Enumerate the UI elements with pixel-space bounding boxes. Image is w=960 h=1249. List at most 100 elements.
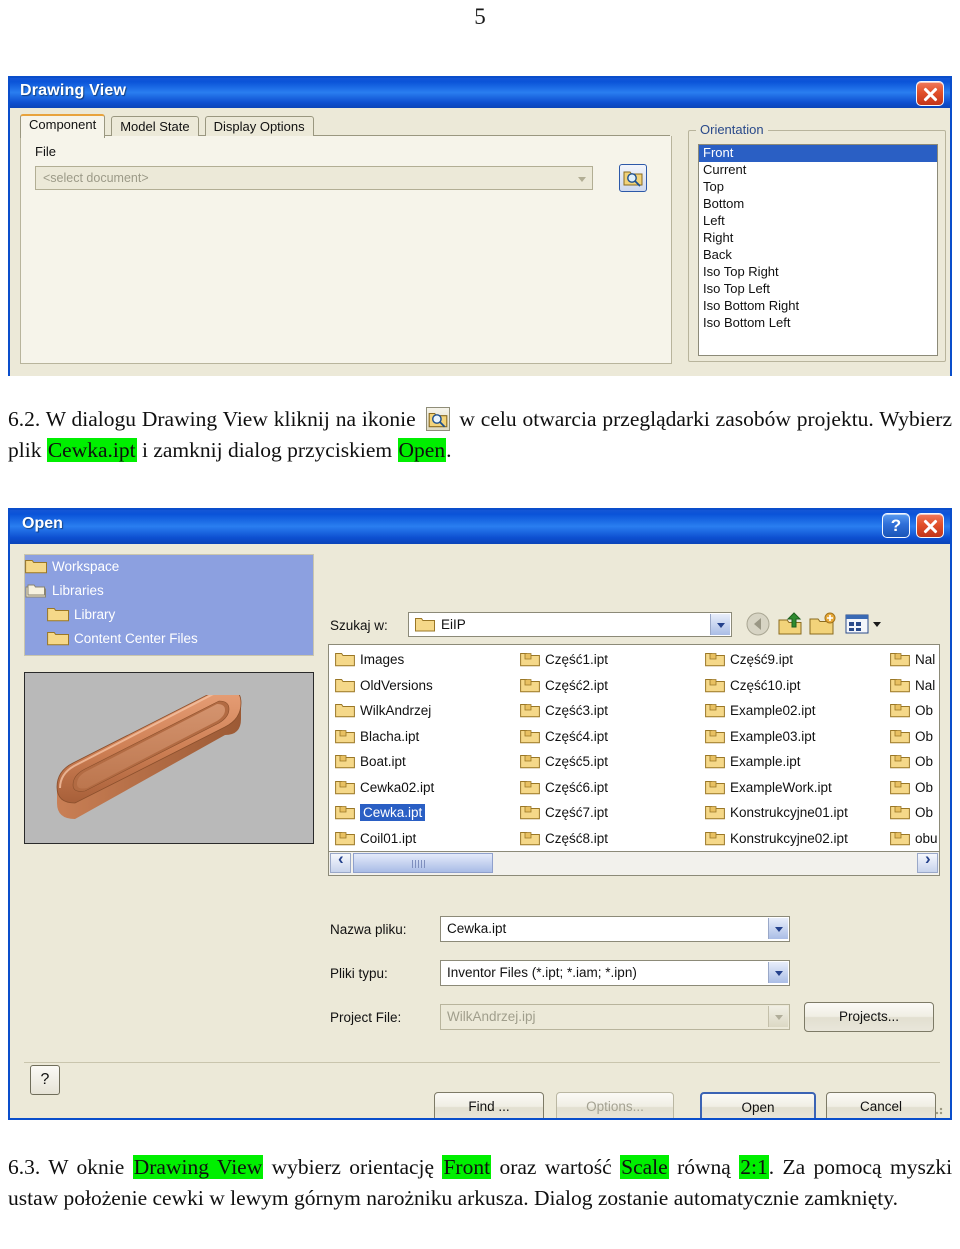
file-list-item[interactable]: Część1.ipt — [518, 647, 703, 673]
tab-display-options[interactable]: Display Options — [204, 116, 314, 138]
step-6-3-number: 6.3. — [8, 1155, 41, 1179]
chevron-down-icon[interactable] — [768, 962, 788, 983]
tab-model-state[interactable]: Model State — [111, 116, 199, 138]
chevron-down-icon[interactable] — [768, 918, 788, 939]
look-in-combo[interactable]: EiIP — [408, 612, 732, 637]
inventor-part-icon — [335, 806, 355, 820]
file-list-item[interactable]: Ob — [888, 749, 939, 775]
scroll-left-icon[interactable] — [330, 853, 351, 873]
chevron-down-icon[interactable] — [710, 614, 730, 635]
chevron-down-icon[interactable] — [572, 167, 592, 189]
step-6-2-text-a: W dialogu Drawing View kliknij na ikonie — [45, 407, 416, 431]
new-folder-icon[interactable] — [808, 610, 836, 638]
file-list-item[interactable]: Cewka.ipt — [333, 800, 518, 826]
file-list-item-label: Konstrukcyjne01.ipt — [730, 805, 848, 820]
inventor-part-icon — [335, 831, 355, 845]
resize-grip-icon[interactable] — [932, 1104, 944, 1116]
file-list-item[interactable]: WilkAndrzej — [333, 698, 518, 724]
help-button[interactable]: ? — [30, 1065, 60, 1095]
file-list-item[interactable]: obu — [888, 826, 939, 852]
file-list-item[interactable]: Konstrukcyjne01.ipt — [703, 800, 888, 826]
file-list-item[interactable]: Konstrukcyjne02.ipt — [703, 826, 888, 852]
file-list-item[interactable]: Część2.ipt — [518, 673, 703, 699]
file-list-item-label: Cewka02.ipt — [360, 779, 435, 795]
horizontal-scrollbar[interactable] — [328, 852, 940, 876]
scroll-right-icon[interactable] — [917, 853, 938, 873]
file-list-item-label: WilkAndrzej — [360, 703, 432, 718]
close-icon[interactable] — [916, 513, 944, 538]
file-list-item[interactable]: Ob — [888, 800, 939, 826]
open-dialog: Open ? Workspace Libraries Library Content … — [8, 508, 952, 1120]
inventor-part-icon — [335, 755, 355, 769]
file-list-item[interactable]: ExampleWork.ipt — [703, 775, 888, 801]
find-button[interactable]: Find ... — [434, 1092, 544, 1118]
file-list-item-label: Część10.ipt — [730, 677, 801, 693]
file-list-item[interactable]: Część10.ipt — [703, 673, 888, 699]
file-list-item[interactable]: Boat.ipt — [333, 749, 518, 775]
orientation-item[interactable]: Current — [699, 162, 937, 179]
scrollbar-thumb[interactable] — [353, 853, 493, 873]
file-list-item[interactable]: Część7.ipt — [518, 800, 703, 826]
orientation-item[interactable]: Iso Bottom Left — [699, 315, 937, 332]
step-6-3-highlight-drawing-view: Drawing View — [132, 1155, 264, 1179]
file-list-item[interactable]: Część6.ipt — [518, 775, 703, 801]
back-icon[interactable] — [744, 610, 772, 638]
place-item-content-center-files[interactable]: Content Center Files — [25, 627, 313, 651]
places-bar[interactable]: Workspace Libraries Library Content Center … — [24, 554, 314, 656]
file-list-item[interactable]: Coil01.ipt — [333, 826, 518, 852]
file-list-item[interactable]: Example03.ipt — [703, 724, 888, 750]
file-list-item-label: Example03.ipt — [730, 728, 816, 744]
file-list-item[interactable]: Ob — [888, 698, 939, 724]
file-list-item[interactable]: Nal — [888, 673, 939, 699]
file-list-item[interactable]: Część8.ipt — [518, 826, 703, 852]
file-list-item-label: Część1.ipt — [545, 652, 609, 667]
views-icon[interactable] — [844, 610, 886, 638]
place-item-libraries[interactable]: Libraries — [25, 579, 313, 603]
place-item-library[interactable]: Library — [25, 603, 313, 627]
file-list-item[interactable]: Ob — [888, 724, 939, 750]
page-number: 5 — [474, 4, 486, 29]
inventor-part-icon — [335, 729, 355, 743]
browse-project-button[interactable] — [619, 164, 647, 192]
orientation-item[interactable]: Iso Top Right — [699, 264, 937, 281]
up-one-level-icon[interactable] — [776, 610, 804, 638]
file-list-item[interactable]: Images — [333, 647, 518, 673]
file-list-item[interactable]: Część4.ipt — [518, 724, 703, 750]
drawing-view-body: Component Model State Display Options Fi… — [10, 108, 950, 376]
orientation-item[interactable]: Front — [699, 145, 937, 162]
orientation-item[interactable]: Left — [699, 213, 937, 230]
place-item-workspace[interactable]: Workspace — [25, 555, 313, 579]
file-list-item[interactable]: Część9.ipt — [703, 647, 888, 673]
orientation-item[interactable]: Iso Top Left — [699, 281, 937, 298]
help-icon[interactable]: ? — [882, 513, 910, 538]
file-list-item[interactable]: Cewka02.ipt — [333, 775, 518, 801]
file-list-item[interactable]: Nal — [888, 647, 939, 673]
file-list-item[interactable]: OldVersions — [333, 673, 518, 699]
file-list-column: Nal Nal Ob Ob Ob Ob Ob obu — [888, 647, 939, 852]
file-list[interactable]: Images OldVersions WilkAndrzej Blacha.ipt Bo… — [328, 644, 940, 852]
file-list-item[interactable]: Example02.ipt — [703, 698, 888, 724]
orientation-item[interactable]: Iso Bottom Right — [699, 298, 937, 315]
file-list-item[interactable]: Blacha.ipt — [333, 724, 518, 750]
orientation-item[interactable]: Bottom — [699, 196, 937, 213]
orientation-item[interactable]: Right — [699, 230, 937, 247]
file-list-item-label: Ob — [915, 728, 934, 744]
orientation-item[interactable]: Top — [699, 179, 937, 196]
orientation-item[interactable]: Back — [699, 247, 937, 264]
file-list-item[interactable]: Ob — [888, 775, 939, 801]
cancel-button[interactable]: Cancel — [826, 1092, 936, 1118]
open-button[interactable]: Open — [700, 1092, 816, 1118]
file-combo[interactable]: <select document> — [35, 166, 593, 190]
projects-button[interactable]: Projects... — [804, 1002, 934, 1032]
tab-component[interactable]: Component — [20, 114, 106, 138]
file-list-item-label: Boat.ipt — [360, 754, 406, 769]
file-type-select[interactable]: Inventor Files (*.ipt; *.iam; *.ipn) — [440, 960, 790, 986]
file-list-item[interactable]: Część3.ipt — [518, 698, 703, 724]
place-item-label: Workspace — [52, 559, 120, 574]
file-name-input[interactable]: Cewka.ipt — [440, 916, 790, 942]
orientation-list[interactable]: Front Current Top Bottom Left Right Back Iso To… — [698, 144, 938, 356]
file-list-item[interactable]: Example.ipt — [703, 749, 888, 775]
close-icon[interactable] — [916, 81, 944, 106]
magnifier-folder-icon — [623, 171, 643, 187]
file-list-item[interactable]: Część5.ipt — [518, 749, 703, 775]
